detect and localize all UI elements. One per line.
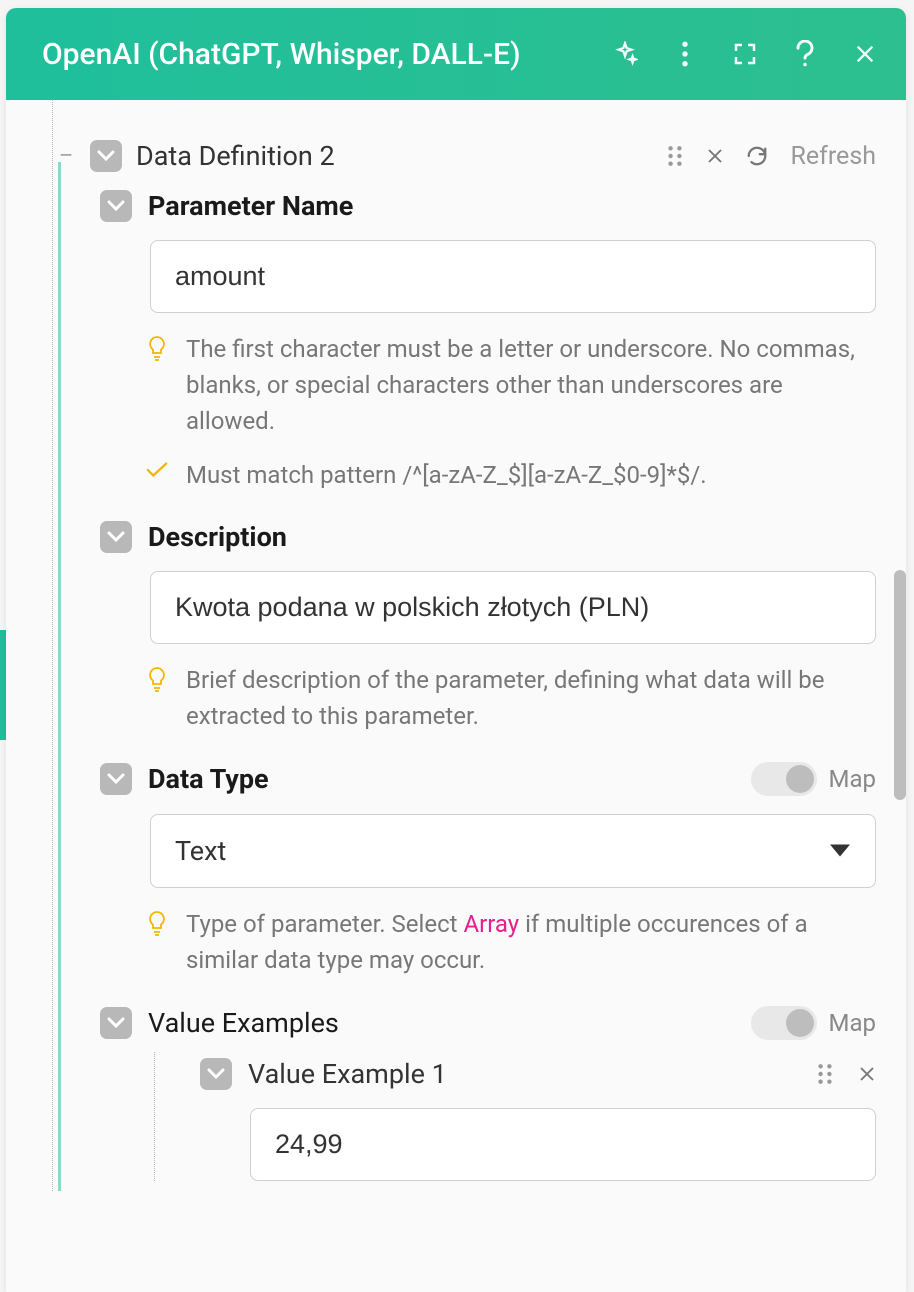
- data-type-field: Data Type Map Text: [58, 762, 876, 1006]
- field-label: Description: [148, 521, 287, 553]
- collapse-toggle[interactable]: [100, 1007, 132, 1039]
- hint-row: Type of parameter. Select Array if multi…: [146, 906, 876, 978]
- drag-handle-icon[interactable]: [816, 1063, 834, 1085]
- parameter-name-input[interactable]: [150, 240, 876, 313]
- value-example-item: Value Example 1: [150, 1058, 876, 1181]
- collapse-toggle[interactable]: [90, 140, 122, 172]
- hint-pre: Type of parameter. Select: [186, 910, 463, 938]
- hint-text: Brief description of the parameter, defi…: [186, 662, 876, 734]
- drag-handle-icon[interactable]: [666, 145, 684, 167]
- description-input[interactable]: [150, 571, 876, 644]
- hint-array-link[interactable]: Array: [463, 910, 519, 938]
- lightbulb-icon: [146, 335, 168, 357]
- hint-text: Type of parameter. Select Array if multi…: [186, 906, 876, 978]
- select-value: Text: [150, 814, 876, 888]
- collapse-toggle[interactable]: [100, 190, 132, 222]
- data-definition-section: – Data Definition 2 Refresh: [52, 110, 876, 1191]
- collapse-toggle[interactable]: [100, 521, 132, 553]
- value-example-title: Value Example 1: [248, 1058, 800, 1090]
- lightbulb-icon: [146, 910, 168, 932]
- tree-line: [58, 162, 61, 1191]
- check-icon: [146, 461, 168, 483]
- hint-text: The first character must be a letter or …: [186, 331, 876, 439]
- config-panel: OpenAI (ChatGPT, Whisper, DALL-E): [6, 8, 906, 1292]
- lightbulb-icon: [146, 666, 168, 688]
- map-toggle-group: Map: [751, 762, 876, 796]
- hint-row: Brief description of the parameter, defi…: [146, 662, 876, 734]
- panel-header: OpenAI (ChatGPT, Whisper, DALL-E): [6, 8, 906, 100]
- sparkle-icon[interactable]: [612, 41, 638, 67]
- value-example-input[interactable]: [250, 1108, 876, 1181]
- collapse-toggle[interactable]: [100, 763, 132, 795]
- expand-icon[interactable]: [732, 41, 758, 67]
- field-label: Value Examples: [148, 1007, 339, 1039]
- field-label: Data Type: [148, 763, 269, 795]
- close-icon[interactable]: [852, 41, 878, 67]
- map-toggle[interactable]: [751, 762, 817, 796]
- help-icon[interactable]: [792, 41, 818, 67]
- panel-title: OpenAI (ChatGPT, Whisper, DALL-E): [42, 37, 612, 72]
- section-header: – Data Definition 2 Refresh: [58, 110, 876, 190]
- remove-icon[interactable]: [858, 1065, 876, 1083]
- section-actions: Refresh: [666, 142, 876, 171]
- map-label: Map: [829, 1009, 876, 1037]
- caret-down-icon: [830, 842, 850, 861]
- map-label: Map: [829, 765, 876, 793]
- section-title: Data Definition 2: [136, 140, 652, 172]
- header-actions: [612, 41, 878, 67]
- panel-content: – Data Definition 2 Refresh: [6, 100, 906, 1191]
- remove-icon[interactable]: [706, 147, 724, 165]
- validation-row: Must match pattern /^[a-zA-Z_$][a-zA-Z_$…: [146, 457, 876, 493]
- collapse-toggle[interactable]: [200, 1058, 232, 1090]
- refresh-button[interactable]: Refresh: [790, 142, 876, 171]
- description-field: Description Brief description of the par…: [58, 521, 876, 762]
- validation-text: Must match pattern /^[a-zA-Z_$][a-zA-Z_$…: [186, 457, 707, 493]
- map-toggle[interactable]: [751, 1006, 817, 1040]
- scrollbar-thumb[interactable]: [894, 570, 906, 800]
- refresh-icon[interactable]: [746, 145, 768, 167]
- more-vertical-icon[interactable]: [672, 41, 698, 67]
- hint-row: The first character must be a letter or …: [146, 331, 876, 439]
- map-toggle-group: Map: [751, 1006, 876, 1040]
- data-type-select[interactable]: Text: [150, 814, 876, 888]
- parameter-name-field: Parameter Name The first character must …: [58, 190, 876, 521]
- value-examples-field: Value Examples Map Value Example 1: [58, 1006, 876, 1191]
- field-label: Parameter Name: [148, 190, 353, 222]
- tree-line: [154, 1052, 155, 1181]
